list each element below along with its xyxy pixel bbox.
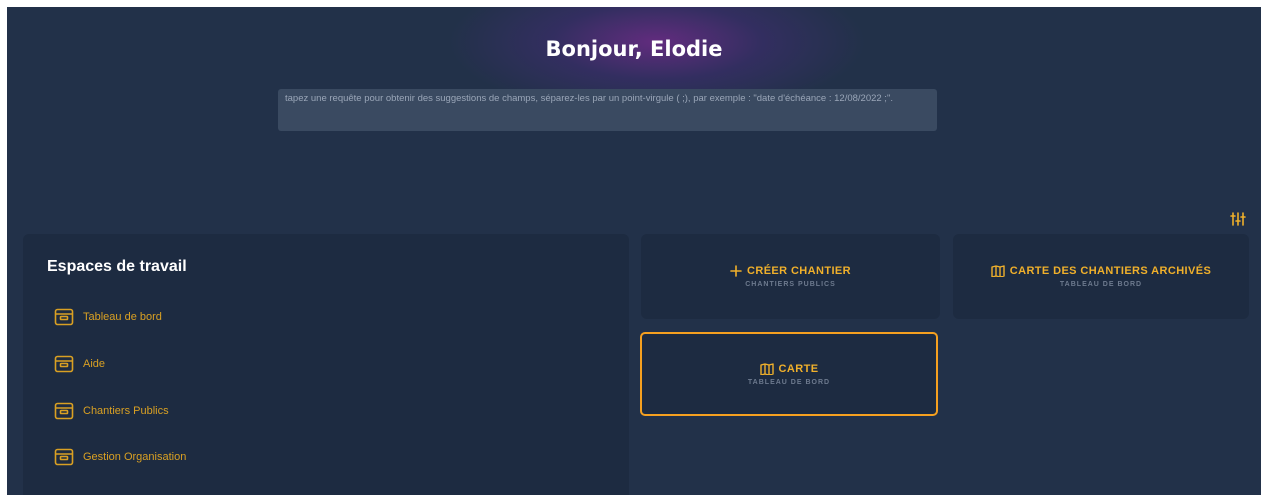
card-title-row: CRÉER CHANTIER xyxy=(730,265,851,277)
sort-filter-icon[interactable] xyxy=(1230,212,1246,226)
workspace-item-chantiers-publics[interactable]: Chantiers Publics xyxy=(54,402,169,420)
card-subtitle: TABLEAU DE BORD xyxy=(747,378,831,386)
workspace-item-label: Chantiers Publics xyxy=(83,405,169,417)
card-subtitle: TABLEAU DE BORD xyxy=(1059,281,1143,288)
create-chantier-card[interactable]: CRÉER CHANTIER CHANTIERS PUBLICS xyxy=(641,234,940,319)
plus-icon xyxy=(730,265,742,277)
card-title: CARTE DES CHANTIERS ARCHIVÉS xyxy=(1009,265,1212,277)
workspace-item-tableau-de-bord[interactable]: Tableau de bord xyxy=(54,308,162,326)
workspace-item-label: Aide xyxy=(83,358,106,370)
archive-box-icon xyxy=(54,308,74,326)
card-title: CARTE xyxy=(778,362,819,375)
workspace-item-label: Tableau de bord xyxy=(83,311,162,323)
card-title-row: CARTE xyxy=(759,362,819,375)
query-input[interactable]: tapez une requête pour obtenir des sugge… xyxy=(278,89,937,131)
map-icon xyxy=(991,265,1005,277)
workspace-item-aide[interactable]: Aide xyxy=(54,355,105,373)
card-title-row: CARTE DES CHANTIERS ARCHIVÉS xyxy=(991,265,1211,277)
archive-box-icon xyxy=(54,402,74,420)
workspace-item-gestion-organisation[interactable]: Gestion Organisation xyxy=(54,448,186,466)
map-card[interactable]: CARTE TABLEAU DE BORD xyxy=(640,332,938,416)
app-window: Bonjour, Elodie tapez une requête pour o… xyxy=(7,7,1261,495)
card-title: CRÉER CHANTIER xyxy=(747,265,851,277)
archive-box-icon xyxy=(54,355,74,373)
workspaces-panel: Espaces de travail Tableau de bord Aide … xyxy=(23,234,629,495)
archive-box-icon xyxy=(54,448,74,466)
archived-map-card[interactable]: CARTE DES CHANTIERS ARCHIVÉS TABLEAU DE … xyxy=(953,234,1249,319)
greeting-title: Bonjour, Elodie xyxy=(545,37,723,61)
card-subtitle: CHANTIERS PUBLICS xyxy=(745,281,836,288)
workspaces-title: Espaces de travail xyxy=(47,258,187,275)
workspace-item-label: Gestion Organisation xyxy=(83,451,187,463)
map-icon xyxy=(759,362,774,375)
